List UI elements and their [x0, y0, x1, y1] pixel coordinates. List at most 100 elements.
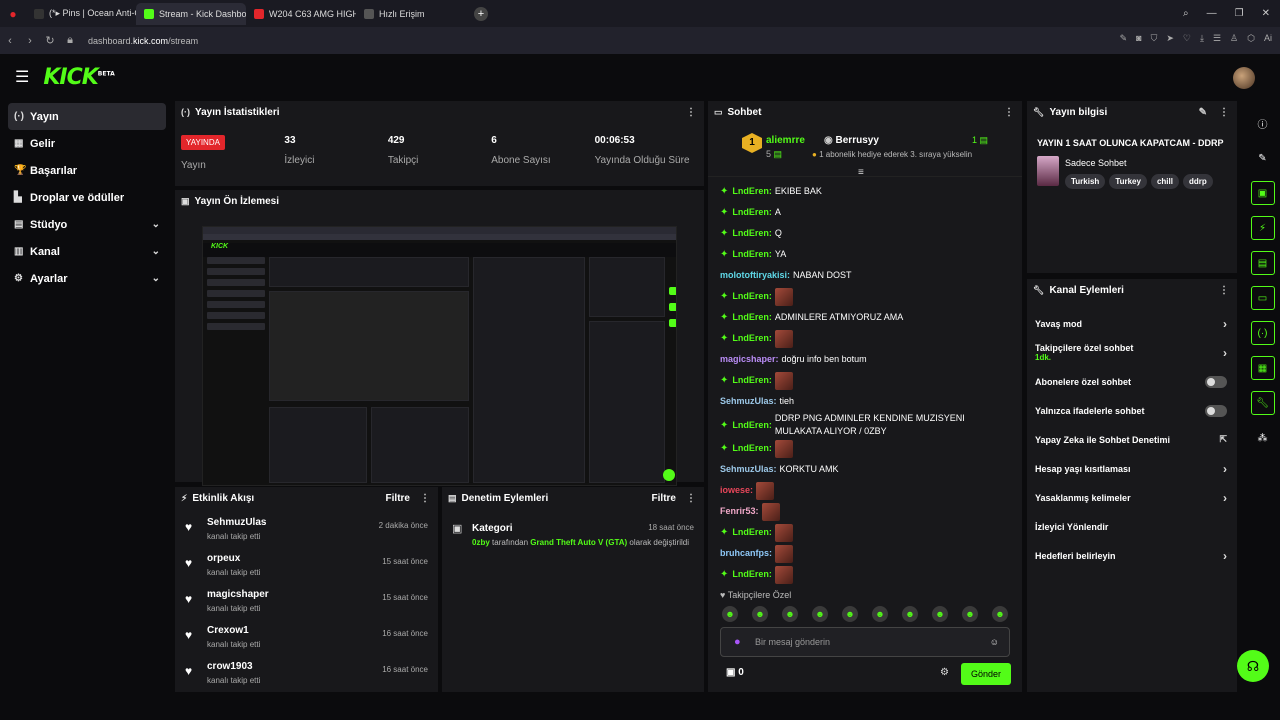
info-icon[interactable]: ⓘ [1251, 111, 1275, 135]
tag[interactable]: Turkey [1109, 174, 1147, 189]
chat-username[interactable]: Fenrir53: [720, 505, 759, 518]
kick-logo[interactable]: KICKBETA [43, 65, 114, 90]
gift-counter[interactable]: ▣ 0 [726, 667, 744, 678]
channel-action-item[interactable]: Yasaklanmış kelimeler › [1027, 483, 1237, 512]
toggle-switch[interactable] [1205, 404, 1227, 417]
list-item[interactable]: ♥ crow1903 kanalı takip etti 16 saat önce [175, 661, 438, 692]
ai-icon[interactable]: Ai [1264, 33, 1272, 44]
help-chat-icon[interactable]: ☊ [1237, 650, 1269, 682]
opera-icon[interactable]: ● [0, 7, 26, 21]
browser-tab-active[interactable]: Stream - Kick Dashboard [136, 2, 246, 25]
chat-username[interactable]: LndEren: [732, 185, 772, 198]
channel-action-item[interactable]: Yavaş mod › [1027, 309, 1237, 338]
channel-action-item[interactable]: Yalnızca ifadelerle sohbet [1027, 396, 1237, 425]
toggle-switch[interactable] [1205, 375, 1227, 388]
send-icon[interactable]: ➤ [1166, 33, 1174, 44]
chat-username[interactable]: LndEren: [732, 419, 772, 432]
download-icon[interactable]: ⤓ [1200, 33, 1204, 44]
browser-tab[interactable]: Hızlı Erişim [356, 3, 466, 25]
shield-icon[interactable]: ⛉ [1151, 33, 1158, 44]
document-icon[interactable]: ▤ [1250, 251, 1275, 275]
tag[interactable]: Turkish [1065, 174, 1106, 189]
minimize-icon[interactable]: — [1207, 8, 1217, 19]
chat-username[interactable]: SehmuzUlas: [720, 395, 777, 408]
emoji-icon[interactable]: ☺ [990, 637, 999, 647]
more-icon[interactable]: ⋮ [686, 493, 696, 504]
list-item[interactable]: ♥ magicshaper kanalı takip etti 15 saat önc… [175, 589, 438, 625]
back-icon[interactable]: ‹ [0, 35, 20, 47]
sidebar-item-basarilar[interactable]: 🏆 Başarılar [8, 157, 166, 184]
list-icon[interactable]: ☰ [1213, 33, 1221, 44]
heart-icon[interactable]: ♡ [1183, 33, 1191, 44]
channel-action-item[interactable]: Abonelere özel sohbet [1027, 367, 1237, 396]
sidebar-item-yayin[interactable]: (·) Yayın [8, 103, 166, 130]
list-item[interactable]: ♥ Crexow1 kanalı takip etti 16 saat önce [175, 625, 438, 661]
gift-icon[interactable]: ▦ [1250, 356, 1275, 380]
emote-icon[interactable]: ☻ [902, 606, 918, 622]
list-item[interactable]: ♥ SehmuzUlas kanalı takip etti 2 dakika önc… [175, 517, 438, 553]
sidebar-item-droplar[interactable]: ▙ Droplar ve ödüller [8, 184, 166, 211]
broadcast-icon[interactable]: (·) [1250, 321, 1275, 345]
list-item[interactable]: ♥ orpeux kanalı takip etti 15 saat önce [175, 553, 438, 589]
chat-username[interactable]: magicshaper: [720, 353, 779, 366]
url-field[interactable]: dashboard.kick.com/stream [88, 36, 198, 46]
forward-icon[interactable]: › [20, 35, 40, 47]
sidebar-item-kanal[interactable]: ▥ Kanal ⌄ [8, 238, 166, 265]
chat-username[interactable]: LndEren: [732, 374, 772, 387]
chat-username[interactable]: LndEren: [732, 442, 772, 455]
reload-icon[interactable]: ↻ [40, 34, 60, 47]
chat-username[interactable]: LndEren: [732, 248, 772, 261]
chat-username[interactable]: LndEren: [732, 311, 772, 324]
emote-icon[interactable]: ☻ [782, 606, 798, 622]
channel-action-item[interactable]: Hesap yaşı kısıtlaması › [1027, 454, 1237, 483]
emote-icon[interactable]: ☻ [812, 606, 828, 622]
more-icon[interactable]: ⋮ [1219, 107, 1229, 118]
tag[interactable]: chill [1150, 174, 1179, 189]
chat-bubble-icon[interactable]: ▭ [1250, 286, 1275, 310]
top-gifter-name[interactable]: aliemrre [766, 135, 805, 146]
profile-icon[interactable]: ♙ [1230, 33, 1238, 44]
chat-username[interactable]: molotoftiryakisi: [720, 269, 790, 282]
send-button[interactable]: Gönder [961, 663, 1011, 685]
camera-icon[interactable]: ◙ [1136, 33, 1141, 44]
microphone-icon[interactable]: ● [734, 636, 741, 648]
maximize-icon[interactable]: ❐ [1235, 8, 1244, 19]
preview-toggle-icon[interactable]: ▣ [1250, 181, 1275, 205]
chat-username[interactable]: LndEren: [732, 332, 772, 345]
sidebar-item-studyo[interactable]: ▤ Stüdyo ⌄ [8, 211, 166, 238]
more-icon[interactable]: ⋮ [420, 493, 430, 504]
new-tab-icon[interactable]: + [474, 6, 488, 21]
channel-action-item[interactable]: Takipçilere özel sohbet 1dk. › [1027, 338, 1237, 367]
sidebar-item-ayarlar[interactable]: ⚙ Ayarlar ⌄ [8, 265, 166, 292]
filter-button[interactable]: Filtre [652, 493, 676, 504]
chat-input[interactable]: ● Bir mesaj gönderin ☺ [720, 627, 1010, 657]
chat-username[interactable]: SehmuzUlas: [720, 463, 777, 476]
more-icon[interactable]: ⋮ [1219, 285, 1229, 296]
tag[interactable]: ddrp [1182, 174, 1213, 189]
menu-icon[interactable]: ☰ [15, 67, 29, 87]
channel-action-item[interactable]: Yapay Zeka ile Sohbet Denetimi ⇱ [1027, 425, 1237, 454]
pencil-icon[interactable]: ✎ [1251, 146, 1275, 170]
more-icon[interactable]: ⋮ [1004, 107, 1014, 118]
chat-username[interactable]: LndEren: [732, 568, 772, 581]
moderation-game[interactable]: Grand Theft Auto V (GTA) [530, 538, 627, 547]
emote-icon[interactable]: ☻ [932, 606, 948, 622]
channel-action-item[interactable]: İzleyici Yönlendir [1027, 512, 1237, 541]
edit-icon[interactable]: ✎ [1120, 33, 1128, 44]
chat-username[interactable]: LndEren: [732, 206, 772, 219]
more-icon[interactable]: ⋮ [686, 107, 696, 118]
emote-icon[interactable]: ☻ [872, 606, 888, 622]
browser-tab[interactable]: W204 C63 AMG HIGHWA [246, 3, 356, 25]
chat-username[interactable]: iowese: [720, 484, 753, 497]
cube-icon[interactable]: ⬡ [1247, 33, 1255, 44]
channel-action-item[interactable]: Hedefleri belirleyin › [1027, 541, 1237, 570]
browser-tab[interactable]: (*▸ Pins | Ocean Anti-Cheat [26, 3, 136, 25]
filter-button[interactable]: Filtre [386, 493, 410, 504]
top-user2[interactable]: ◉ Berrusyy [824, 135, 879, 146]
bolt-icon[interactable]: ⚡︎ [1250, 216, 1275, 240]
emote-icon[interactable]: ☻ [962, 606, 978, 622]
chat-username[interactable]: LndEren: [732, 526, 772, 539]
edit-icon[interactable]: ✎ [1199, 107, 1207, 118]
category-name[interactable]: Sadece Sohbet [1065, 158, 1227, 168]
emote-icon[interactable]: ☻ [722, 606, 738, 622]
